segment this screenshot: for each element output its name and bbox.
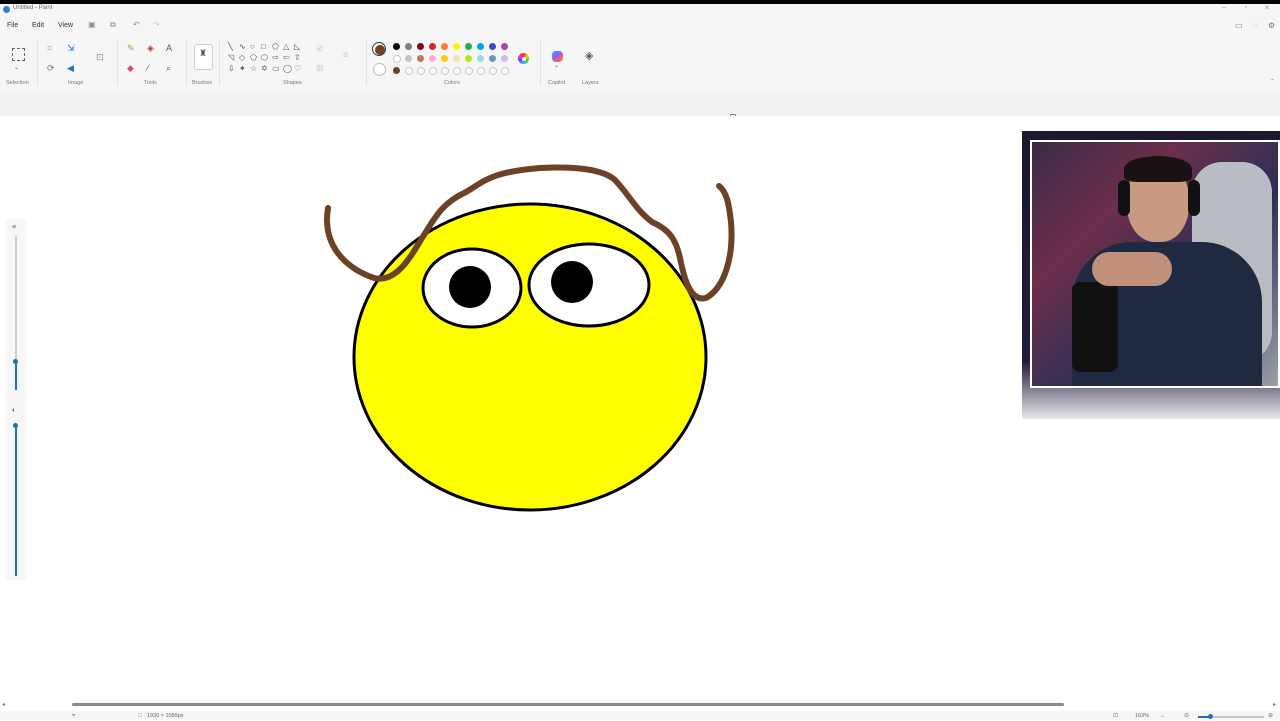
canvas-size-text: 1930 × 1089px — [147, 713, 184, 719]
streamer-hair — [1124, 156, 1192, 182]
status-bar — [0, 711, 1280, 720]
opacity-icon: ◐ — [12, 407, 17, 414]
streamer-hands — [1092, 252, 1172, 286]
scroll-left-icon[interactable]: ◂ — [2, 701, 5, 710]
smiley-face — [352, 202, 708, 512]
scroll-right-icon[interactable]: ▸ — [1273, 701, 1276, 710]
headphones — [1188, 180, 1200, 216]
size-slider-track[interactable] — [15, 236, 17, 362]
webcam-video — [1030, 140, 1280, 388]
zoom-slider-knob[interactable] — [1208, 714, 1213, 719]
horizontal-scrollbar[interactable] — [72, 703, 1064, 706]
size-slider-fill — [15, 362, 17, 390]
size-slider-knob[interactable] — [13, 359, 18, 364]
right-pupil — [551, 261, 593, 303]
opacity-slider-knob[interactable] — [13, 423, 18, 428]
microphone — [1072, 282, 1118, 372]
headphones — [1118, 180, 1130, 216]
left-pupil — [449, 266, 491, 308]
opacity-slider-fill[interactable] — [15, 426, 17, 576]
zoom-level-text[interactable]: 163% — [1135, 713, 1149, 719]
brush-size-icon: ≡ — [12, 224, 17, 231]
